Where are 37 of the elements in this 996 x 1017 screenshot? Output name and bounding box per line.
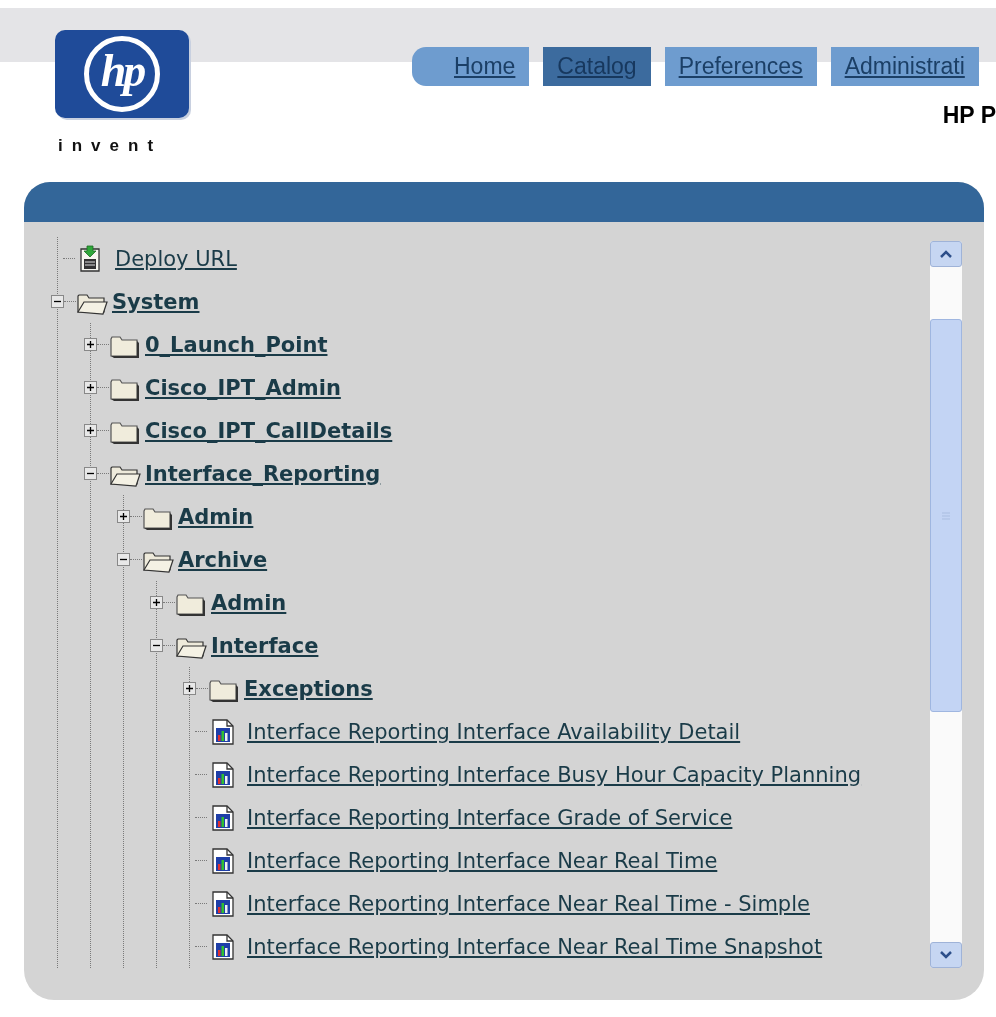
folder-link[interactable]: System xyxy=(110,289,200,314)
folder-link[interactable]: Exceptions xyxy=(242,676,373,701)
folder-link[interactable]: Admin xyxy=(209,590,287,615)
folder-link[interactable]: Cisco_IPT_CallDetails xyxy=(143,418,393,443)
logo-tagline: invent xyxy=(57,136,164,156)
hp-logo: hp xyxy=(84,36,160,112)
scrollbar-thumb[interactable] xyxy=(930,319,962,712)
expand-toggle-icon[interactable] xyxy=(183,682,196,695)
expand-toggle-icon[interactable] xyxy=(150,596,163,609)
expand-toggle-icon[interactable] xyxy=(84,338,97,351)
report-link[interactable]: Interface Reporting Interface Near Real Time Snapshot xyxy=(241,934,823,959)
nav-tab[interactable]: Preferences xyxy=(664,47,817,86)
folder-link[interactable]: 0_Launch_Point xyxy=(143,332,328,357)
report-link[interactable]: Interface Reporting Interface Grade of Service xyxy=(241,805,733,830)
report-link[interactable]: Interface Reporting Interface Near Real Time - Simple xyxy=(241,891,810,916)
scroll-up-button[interactable] xyxy=(930,241,962,267)
folder-link[interactable]: Interface xyxy=(209,633,319,658)
report-link[interactable]: Interface Reporting Interface Busy Hour Capacity Planning xyxy=(241,762,862,787)
page-title: HP P xyxy=(942,102,996,129)
folder-link[interactable]: Cisco_IPT_Admin xyxy=(143,375,341,400)
collapse-toggle-icon[interactable] xyxy=(117,553,130,566)
folder-link[interactable]: Archive xyxy=(176,547,268,572)
scrollbar[interactable] xyxy=(930,241,962,968)
nav-tab[interactable]: Administrati xyxy=(830,47,979,86)
report-link[interactable]: Interface Reporting Interface Availability Detail xyxy=(241,719,741,744)
collapse-toggle-icon[interactable] xyxy=(51,295,64,308)
collapse-toggle-icon[interactable] xyxy=(150,639,163,652)
expand-toggle-icon[interactable] xyxy=(84,381,97,394)
expand-toggle-icon[interactable] xyxy=(84,424,97,437)
report-link[interactable]: Interface Reporting Interface Near Real Time xyxy=(241,848,718,873)
scroll-down-button[interactable] xyxy=(930,942,962,968)
collapse-toggle-icon[interactable] xyxy=(84,467,97,480)
folder-link[interactable]: Admin xyxy=(176,504,254,529)
deploy-link[interactable]: Deploy URL xyxy=(109,246,237,271)
nav-tab[interactable]: Home xyxy=(412,47,530,86)
folder-link[interactable]: Interface_Reporting xyxy=(143,461,381,486)
expand-toggle-icon[interactable] xyxy=(117,510,130,523)
